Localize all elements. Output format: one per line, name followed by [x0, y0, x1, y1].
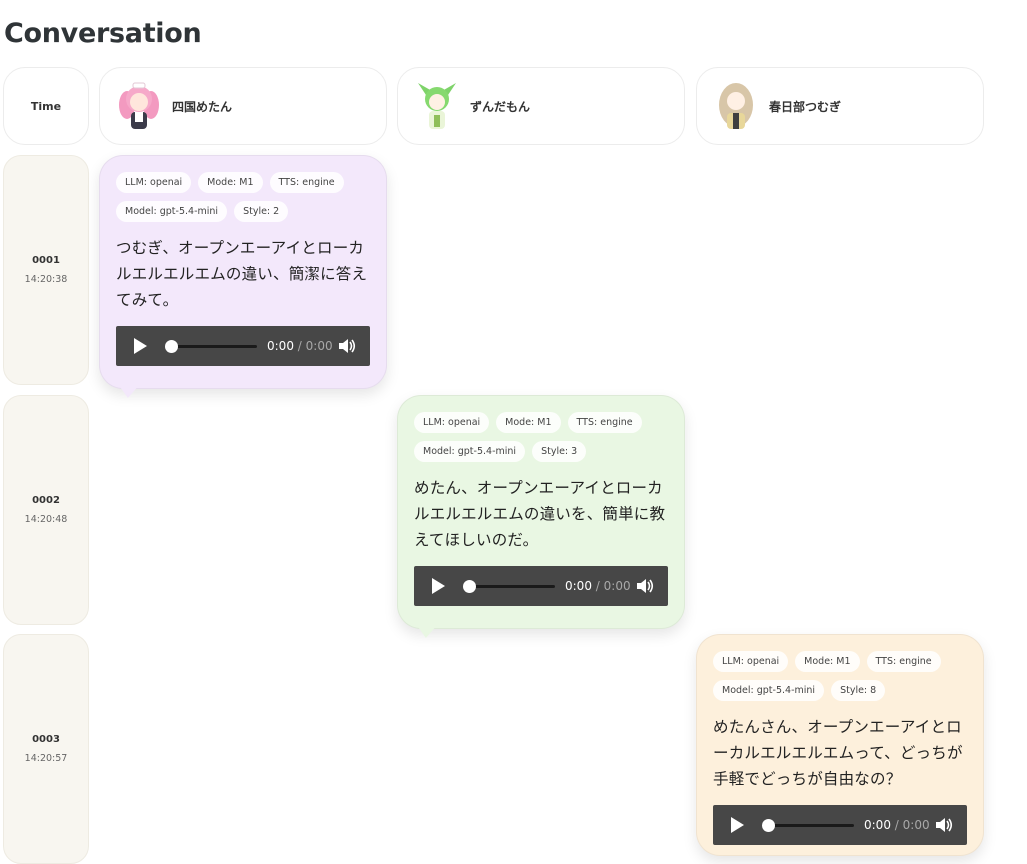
- message-meta-chips: LLM: openai Mode: M1 TTS: engine Model: …: [713, 651, 953, 701]
- model-chip: Model: gpt-5.4-mini: [713, 680, 825, 701]
- time-cell: 0002 14:20:48: [3, 395, 89, 625]
- tts-chip: TTS: engine: [866, 651, 941, 672]
- mode-chip: Mode: M1: [198, 172, 263, 193]
- mode-chip: Mode: M1: [795, 651, 860, 672]
- llm-chip: LLM: openai: [713, 651, 789, 672]
- llm-chip: LLM: openai: [116, 172, 192, 193]
- tts-chip: TTS: engine: [269, 172, 344, 193]
- time-cell: 0001 14:20:38: [3, 155, 89, 385]
- audio-player[interactable]: 0:00 / 0:00: [713, 805, 967, 845]
- character-name-tsumugi: 春日部つむぎ: [769, 99, 842, 114]
- audio-current-time: 0:00: [267, 339, 294, 353]
- message-bubble-tsumugi: LLM: openai Mode: M1 TTS: engine Model: …: [696, 634, 984, 856]
- seek-knob[interactable]: [762, 818, 775, 832]
- play-icon[interactable]: [731, 817, 744, 833]
- message-text: めたん、オープンエーアイとローカルエルエルエムの違いを、簡単に教えてほしいのだ。: [414, 479, 666, 549]
- message-time: 14:20:48: [24, 514, 68, 525]
- audio-player[interactable]: 0:00 / 0:00: [116, 326, 370, 366]
- message-id: 0002: [32, 495, 60, 506]
- play-icon[interactable]: [432, 578, 445, 594]
- play-icon[interactable]: [134, 338, 147, 354]
- model-chip: Model: gpt-5.4-mini: [116, 201, 228, 222]
- message-text: つむぎ、オープンエーアイとローカルエルエルエムの違い、簡潔に答えてみて。: [116, 239, 368, 309]
- message-bubble-metan: LLM: openai Mode: M1 TTS: engine Model: …: [99, 155, 387, 398]
- audio-time: 0:00 / 0:00: [864, 818, 930, 832]
- message-id: 0001: [32, 255, 60, 266]
- volume-icon[interactable]: [935, 817, 953, 833]
- character-name-zundamon: ずんだもん: [470, 99, 531, 114]
- zundamon-avatar: [412, 79, 462, 133]
- audio-time-separator: /: [595, 579, 600, 593]
- audio-seek-slider[interactable]: [463, 579, 555, 593]
- character-name-metan: 四国めたん: [172, 99, 233, 114]
- audio-duration: 0:00: [603, 579, 631, 593]
- time-column-header: Time: [3, 67, 89, 145]
- message-meta-chips: LLM: openai Mode: M1 TTS: engine Model: …: [414, 412, 654, 462]
- message-text: めたんさん、オープンエーアイとローカルエルエルエムって、どっちが手軽でどっちが自…: [713, 718, 963, 788]
- bubble-tail: [416, 624, 438, 638]
- time-cell: 0003 14:20:57: [3, 634, 89, 864]
- audio-time: 0:00 / 0:00: [267, 339, 333, 353]
- model-chip: Model: gpt-5.4-mini: [414, 441, 526, 462]
- character-header-zundamon: ずんだもん: [397, 67, 685, 145]
- style-chip: Style: 8: [831, 680, 886, 701]
- page-title: Conversation: [4, 18, 202, 49]
- mode-chip: Mode: M1: [496, 412, 561, 433]
- style-chip: Style: 2: [234, 201, 289, 222]
- audio-time: 0:00 / 0:00: [565, 579, 631, 593]
- tts-chip: TTS: engine: [567, 412, 642, 433]
- metan-avatar: [114, 79, 164, 133]
- volume-icon[interactable]: [636, 578, 654, 594]
- bubble-tail: [118, 384, 140, 398]
- audio-current-time: 0:00: [864, 818, 891, 832]
- message-meta-chips: LLM: openai Mode: M1 TTS: engine Model: …: [116, 172, 356, 222]
- audio-seek-slider[interactable]: [165, 339, 257, 353]
- llm-chip: LLM: openai: [414, 412, 490, 433]
- audio-duration: 0:00: [902, 818, 930, 832]
- message-bubble-zundamon: LLM: openai Mode: M1 TTS: engine Model: …: [397, 395, 685, 638]
- character-header-tsumugi: 春日部つむぎ: [696, 67, 984, 145]
- time-header-label: Time: [30, 99, 62, 113]
- style-chip: Style: 3: [532, 441, 587, 462]
- volume-icon[interactable]: [338, 338, 356, 354]
- message-time: 14:20:38: [24, 274, 68, 285]
- audio-player[interactable]: 0:00 / 0:00: [414, 566, 668, 606]
- audio-time-separator: /: [297, 339, 302, 353]
- message-id: 0003: [32, 734, 60, 745]
- seek-knob[interactable]: [165, 339, 178, 353]
- audio-seek-slider[interactable]: [762, 818, 854, 832]
- character-header-metan: 四国めたん: [99, 67, 387, 145]
- audio-current-time: 0:00: [565, 579, 592, 593]
- audio-duration: 0:00: [305, 339, 333, 353]
- seek-knob[interactable]: [463, 579, 476, 593]
- tsumugi-avatar: [711, 79, 761, 133]
- message-time: 14:20:57: [24, 753, 68, 764]
- audio-time-separator: /: [894, 818, 899, 832]
